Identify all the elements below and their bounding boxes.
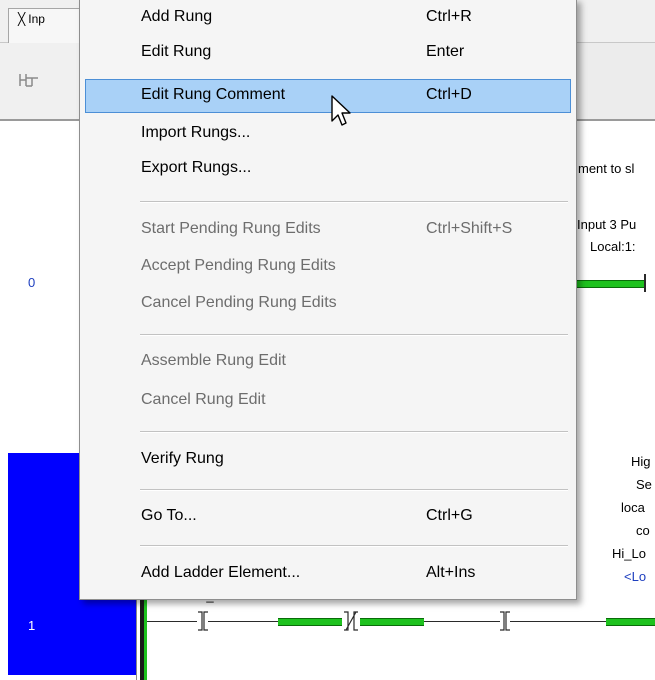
arrow-pointer-icon (331, 95, 351, 126)
menu-item-assemble-rung-edit[interactable]: Assemble Rung Edit (80, 346, 576, 378)
tab-glyph-icon: ╳ (18, 12, 26, 26)
menu-separator (140, 201, 568, 203)
menu-item-verify-rung[interactable]: Verify Rung (80, 444, 576, 476)
rung0-energized-wire (576, 280, 644, 288)
menu-separator (140, 545, 568, 547)
menu-item-edit-rung[interactable]: Edit Rung Enter (80, 37, 576, 69)
rung1-desc-line: Hig (631, 454, 651, 469)
rung1-desc-line: co (636, 523, 650, 538)
rung-comment-fragment: ment to sl (578, 161, 635, 176)
ladder-branch-icon[interactable] (18, 70, 40, 90)
rung1-energized-wire (606, 618, 655, 626)
menu-separator (140, 489, 568, 491)
menu-item-add-rung[interactable]: Add Rung Ctrl+R (80, 2, 576, 34)
rung-context-menu: Add Rung Ctrl+R Edit Rung Enter Edit Run… (79, 0, 577, 600)
rung1-desc-line: Se (636, 477, 652, 492)
menu-item-cancel-rung-edit[interactable]: Cancel Rung Edit (80, 385, 576, 417)
menu-separator (140, 431, 568, 433)
rung0-tag-address: Local:1: (590, 239, 636, 254)
rung1-energized-wire (360, 618, 424, 626)
menu-item-edit-rung-comment[interactable]: Edit Rung Comment Ctrl+D (85, 79, 571, 113)
menu-item-import-rungs[interactable]: Import Rungs... (80, 118, 576, 150)
menu-item-cancel-pending-rung-edits[interactable]: Cancel Pending Rung Edits (80, 288, 576, 320)
menu-separator (140, 334, 568, 336)
menu-item-accept-pending-rung-edits[interactable]: Accept Pending Rung Edits (80, 251, 576, 283)
rung1-desc-line: Hi_Lo (612, 546, 646, 561)
rung1-wire (208, 621, 278, 622)
rung1-contact-1[interactable] (198, 610, 208, 632)
routine-tab-label: ╳ Inp (18, 12, 45, 26)
rung1-contact-3[interactable] (500, 610, 510, 632)
rung-number-1[interactable]: 1 (28, 618, 35, 633)
rung1-wire (424, 621, 500, 622)
rung0-contact-bracket (644, 274, 646, 292)
menu-item-go-to[interactable]: Go To... Ctrl+G (80, 501, 576, 533)
rung1-wire (147, 621, 197, 622)
rung0-tag-description: Input 3 Pu (577, 217, 637, 232)
rung1-wire (510, 621, 606, 622)
toolbar-right-area (575, 43, 655, 119)
menu-item-start-pending-rung-edits[interactable]: Start Pending Rung Edits Ctrl+Shift+S (80, 214, 576, 246)
menu-item-add-ladder-element[interactable]: Add Ladder Element... Alt+Ins (80, 558, 576, 590)
menu-item-export-rungs[interactable]: Export Rungs... (80, 153, 576, 185)
rung1-energized-wire (278, 618, 342, 626)
rung1-desc-line: <Lo (624, 569, 647, 584)
rung-number-0[interactable]: 0 (28, 275, 35, 290)
rung1-desc-line: loca (621, 500, 645, 515)
rung1-contact-2-nc[interactable] (342, 610, 360, 632)
